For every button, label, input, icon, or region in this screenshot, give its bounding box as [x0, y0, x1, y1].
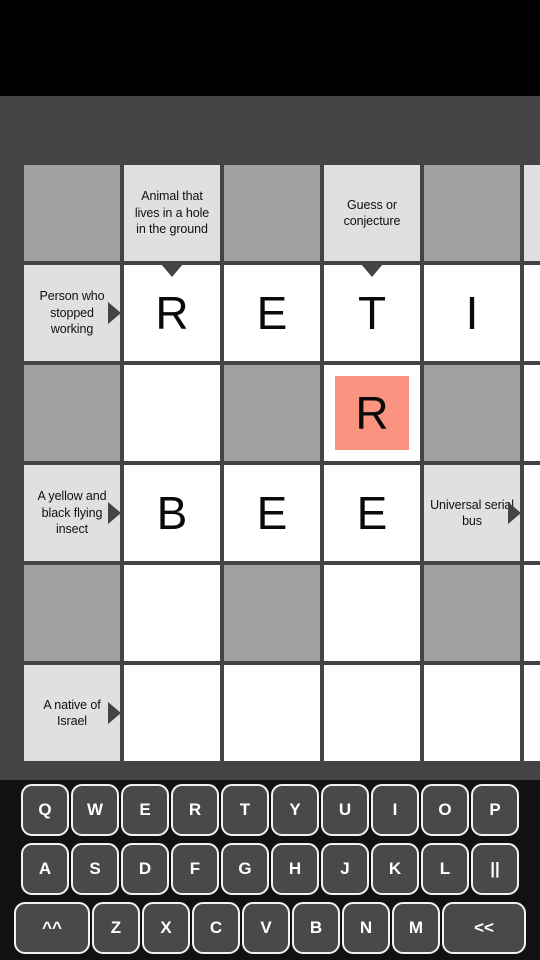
key-c[interactable]: C — [192, 902, 240, 954]
grid-letter-cell[interactable] — [222, 663, 322, 763]
key-e[interactable]: E — [121, 784, 169, 836]
key-m[interactable]: M — [392, 902, 440, 954]
grid-clue-cell: Guess or conjecture — [322, 163, 422, 263]
arrow-right-icon — [108, 502, 120, 524]
grid-letter-cell[interactable] — [422, 663, 522, 763]
key-i[interactable]: I — [371, 784, 419, 836]
key-p[interactable]: P — [471, 784, 519, 836]
clue-label: Guess or conjecture — [343, 197, 401, 229]
grid-block-cell — [22, 363, 122, 463]
key-y[interactable]: Y — [271, 784, 319, 836]
cell-letter: R — [155, 287, 189, 339]
key-a[interactable]: A — [21, 843, 69, 895]
grid-letter-cell[interactable]: R — [322, 363, 422, 463]
keyboard-row-2: A S D F G H J K L || — [0, 841, 540, 897]
grid-letter-cell[interactable]: E — [222, 263, 322, 363]
grid-letter-cell[interactable] — [322, 663, 422, 763]
key-v[interactable]: V — [242, 902, 290, 954]
grid-letter-cell[interactable]: B — [122, 463, 222, 563]
key-h[interactable]: H — [271, 843, 319, 895]
grid-letter-cell[interactable] — [522, 563, 540, 663]
grid-letter-cell[interactable]: I — [422, 263, 522, 363]
cell-letter: R — [355, 387, 389, 439]
key-g[interactable]: G — [221, 843, 269, 895]
grid-letter-cell[interactable] — [522, 663, 540, 763]
grid-block-cell — [222, 563, 322, 663]
crossword-grid[interactable]: Animal that lives in a hole in the groun… — [22, 163, 540, 763]
grid-letter-cell[interactable]: E — [322, 463, 422, 563]
grid-letter-cell[interactable] — [522, 263, 540, 363]
cell-letter: B — [156, 487, 188, 539]
grid-block-cell — [22, 563, 122, 663]
key-b[interactable]: B — [292, 902, 340, 954]
grid-letter-cell[interactable] — [522, 363, 540, 463]
grid-block-cell — [222, 363, 322, 463]
cell-letter: E — [356, 487, 388, 539]
grid-block-cell — [22, 163, 122, 263]
grid-block-cell — [422, 363, 522, 463]
key-w[interactable]: W — [71, 784, 119, 836]
grid-block-cell — [222, 163, 322, 263]
key-u[interactable]: U — [321, 784, 369, 836]
grid-letter-cell[interactable]: R — [122, 263, 222, 363]
grid-clue-cell: Universal serial bus — [422, 463, 522, 563]
key-x[interactable]: X — [142, 902, 190, 954]
cell-letter: T — [357, 287, 387, 339]
key-t[interactable]: T — [221, 784, 269, 836]
grid-letter-cell[interactable] — [322, 563, 422, 663]
clue-label: A native of Israel — [43, 697, 101, 729]
grid-block-cell — [422, 563, 522, 663]
key-j[interactable]: J — [321, 843, 369, 895]
clue-label: Animal that lives in a hole in the groun… — [134, 189, 210, 237]
key-k[interactable]: K — [371, 843, 419, 895]
keyboard-row-1: QWERTYUIOP — [0, 782, 540, 838]
cell-letter: E — [256, 487, 288, 539]
arrow-right-icon — [108, 302, 120, 324]
key-o[interactable]: O — [421, 784, 469, 836]
key-z[interactable]: Z — [92, 902, 140, 954]
status-bar — [0, 0, 540, 96]
grid-letter-cell[interactable] — [122, 363, 222, 463]
keyboard-row-3: ^^ Z X C V B N M << — [0, 900, 540, 956]
key-d[interactable]: D — [121, 843, 169, 895]
grid-clue-cell: A native of Israel — [22, 663, 122, 763]
grid-letter-cell[interactable] — [122, 663, 222, 763]
grid-letter-cell[interactable]: T — [322, 263, 422, 363]
grid-letter-cell[interactable] — [122, 563, 222, 663]
key-r[interactable]: R — [171, 784, 219, 836]
grid-block-cell — [422, 163, 522, 263]
clue-label: Universal serial bus — [430, 497, 514, 529]
cell-letter: E — [256, 287, 288, 339]
grid-clue-cell: Animal that lives in a hole in the groun… — [122, 163, 222, 263]
clue-label: A yellow and black flying insect — [37, 489, 107, 537]
key-pause[interactable]: || — [471, 843, 519, 895]
cell-letter: I — [465, 287, 479, 339]
key-n[interactable]: N — [342, 902, 390, 954]
key-f[interactable]: F — [171, 843, 219, 895]
on-screen-keyboard[interactable]: QWERTYUIOP A S D F G H J K L || ^^ Z X C V B N M << — [0, 780, 540, 960]
arrow-right-icon — [508, 502, 520, 524]
grid-clue-cell — [522, 163, 540, 263]
grid-clue-cell: A yellow and black flying insect — [22, 463, 122, 563]
key-shift[interactable]: ^^ — [14, 902, 90, 954]
key-backspace[interactable]: << — [442, 902, 526, 954]
arrow-down-icon — [161, 265, 183, 277]
arrow-right-icon — [108, 702, 120, 724]
key-q[interactable]: Q — [21, 784, 69, 836]
grid-clue-cell: Person who stopped working — [22, 263, 122, 363]
app-screen: Animal that lives in a hole in the groun… — [0, 0, 540, 960]
grid-letter-cell[interactable] — [522, 463, 540, 563]
puzzle-area: Animal that lives in a hole in the groun… — [0, 96, 540, 780]
key-l[interactable]: L — [421, 843, 469, 895]
grid-letter-cell[interactable]: E — [222, 463, 322, 563]
key-s[interactable]: S — [71, 843, 119, 895]
arrow-down-icon — [361, 265, 383, 277]
clue-label: Person who stopped working — [39, 289, 105, 337]
